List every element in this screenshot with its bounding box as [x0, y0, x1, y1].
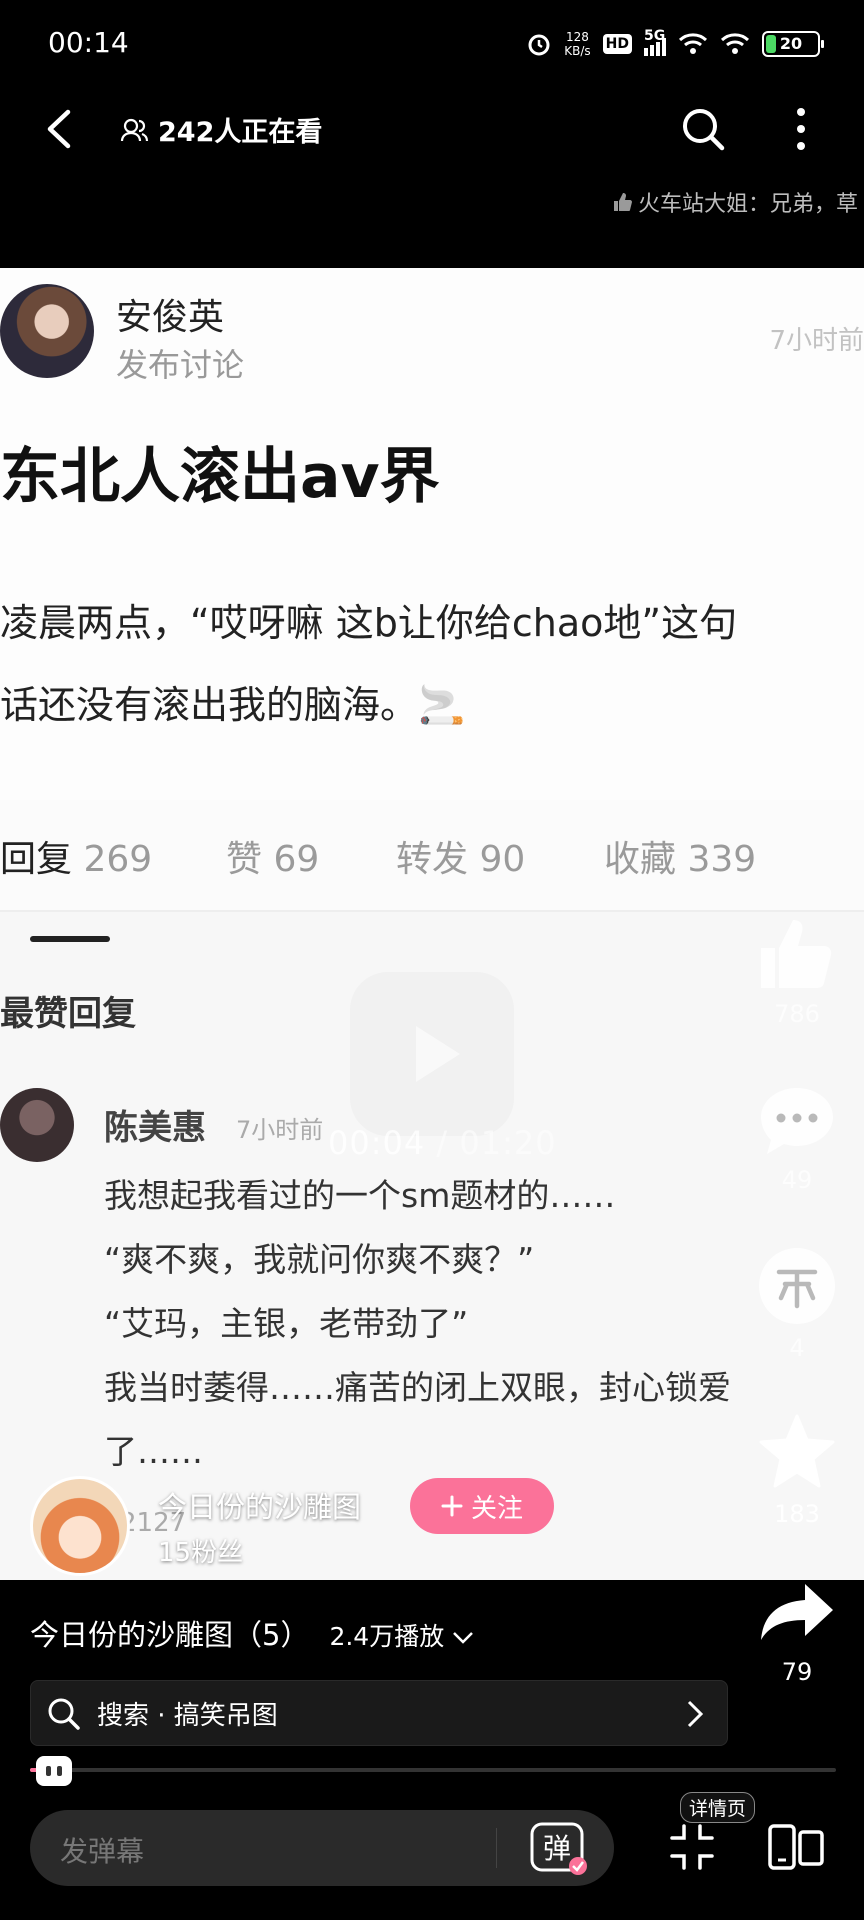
chevron-right-icon: [687, 1700, 704, 1728]
hd-icon: HD: [602, 34, 632, 54]
plus-icon: [441, 1495, 463, 1517]
favorite-button[interactable]: 183: [742, 1412, 852, 1528]
thumbs-up-icon: [761, 920, 832, 988]
share-count: 79: [781, 1658, 813, 1686]
favorite-count: 183: [774, 1500, 820, 1528]
danmaku-placeholder: 发弹幕: [60, 1835, 145, 1868]
video-title-row: 今日份的沙雕图（5） 2.4万播放: [30, 1612, 474, 1654]
danmaku-toggle-button[interactable]: 弹: [526, 1816, 590, 1880]
chevron-down-icon: [453, 1632, 474, 1644]
post-time: 7小时前: [769, 326, 864, 356]
detail-page-button[interactable]: [766, 1822, 826, 1872]
uploader-info: 今日份的沙雕图 15粉丝 关注: [30, 1476, 630, 1576]
coin-icon: [759, 1248, 835, 1324]
section-title: 最赞回复: [0, 994, 136, 1034]
play-icon: [350, 972, 514, 1136]
battery-icon: 20: [762, 31, 824, 57]
coin-count: 4: [789, 1334, 805, 1362]
wifi-icon-secondary: [720, 33, 750, 54]
cellular-signal-icon: 5G: [644, 28, 666, 56]
star-icon: [759, 1414, 835, 1488]
more-options-button[interactable]: [786, 104, 816, 154]
wifi-icon: [678, 33, 708, 54]
search-icon: [48, 1698, 80, 1730]
comment-author: 陈美惠: [104, 1108, 206, 1148]
share-icon: [761, 1584, 833, 1640]
post-author: 安俊英: [116, 297, 225, 338]
tab-reposts: 转发 90: [396, 839, 526, 880]
comment-author-avatar: [0, 1088, 74, 1162]
play-count[interactable]: 2.4万播放: [329, 1617, 474, 1653]
tab-replies: 回复 269: [0, 839, 153, 880]
progress-bar[interactable]: [30, 1768, 836, 1772]
post-card: 安俊英 发布讨论 7小时前 东北人滚出av界 凌晨两点，“哎呀嘛 这b让你给ch…: [0, 268, 864, 800]
related-search-bar[interactable]: 搜索 · 搞笑吊图: [30, 1680, 728, 1746]
svg-text:弹: 弹: [543, 1832, 571, 1865]
detail-page-badge: 详情页: [680, 1792, 756, 1823]
post-author-avatar: [0, 284, 94, 378]
comment-time: 7小时前: [236, 1116, 324, 1144]
viewers-count: 242人正在看: [120, 110, 322, 149]
tab-underline: [30, 936, 110, 942]
comment-icon: [761, 1088, 833, 1154]
like-button[interactable]: 786: [742, 916, 852, 1028]
alarm-icon: [528, 34, 550, 56]
post-tab-bar: 回复 269 赞 69 转发 90 收藏 339: [0, 800, 864, 912]
tab-favorites: 收藏 339: [604, 839, 757, 880]
danmaku-toggle-icon: 弹: [530, 1822, 587, 1875]
divider: [496, 1828, 497, 1868]
progress-thumb[interactable]: [36, 1756, 72, 1786]
post-action: 发布讨论: [116, 346, 245, 384]
uploader-avatar[interactable]: [30, 1476, 130, 1576]
like-count: 786: [774, 1000, 820, 1028]
post-title: 东北人滚出av界: [0, 442, 440, 512]
uploader-fans: 15粉丝: [158, 1538, 244, 1568]
video-title: 今日份的沙雕图（5）: [30, 1618, 310, 1652]
comment-body: 我想起我看过的一个sm题材的…… “爽不爽，我就问你爽不爽？” “艾玛，主银，老…: [104, 1176, 731, 1471]
share-button[interactable]: 79: [742, 1580, 852, 1686]
network-speed: 128 KB/s: [564, 30, 591, 58]
exit-fullscreen-button[interactable]: [670, 1822, 714, 1872]
coin-button[interactable]: 4: [742, 1246, 852, 1362]
top-nav: 242人正在看: [0, 90, 864, 170]
danmaku-input[interactable]: 发弹幕 弹: [30, 1810, 614, 1886]
status-time: 00:14: [48, 26, 129, 59]
back-button[interactable]: [36, 104, 86, 154]
status-bar: 00:14 128 KB/s HD 5G 20: [0, 0, 864, 86]
post-body: 凌晨两点，“哎呀嘛 这b让你给chao地”这句 话还没有滚出我的脑海。🚬: [0, 601, 738, 727]
related-search-text: 搜索 · 搞笑吊图: [97, 1701, 278, 1731]
tab-likes: 赞 69: [226, 839, 320, 880]
follow-button[interactable]: 关注: [410, 1478, 554, 1534]
people-icon: [120, 118, 149, 141]
video-time: 00:04 / 01:20: [328, 1124, 557, 1162]
thumbs-up-icon: [614, 193, 632, 211]
comment-count: 49: [781, 1166, 813, 1194]
viewers-text: 242人正在看: [158, 117, 323, 148]
video-player[interactable]: 安俊英 发布讨论 7小时前 东北人滚出av界 凌晨两点，“哎呀嘛 这b让你给ch…: [0, 268, 864, 1580]
comment-button[interactable]: 49: [742, 1084, 852, 1194]
status-icons: 128 KB/s HD 5G 20: [526, 26, 824, 62]
scrolling-danmaku: 火车站大姐：兄弟，草: [612, 186, 858, 218]
uploader-name[interactable]: 今日份的沙雕图: [158, 1484, 361, 1526]
search-button[interactable]: [678, 104, 728, 154]
